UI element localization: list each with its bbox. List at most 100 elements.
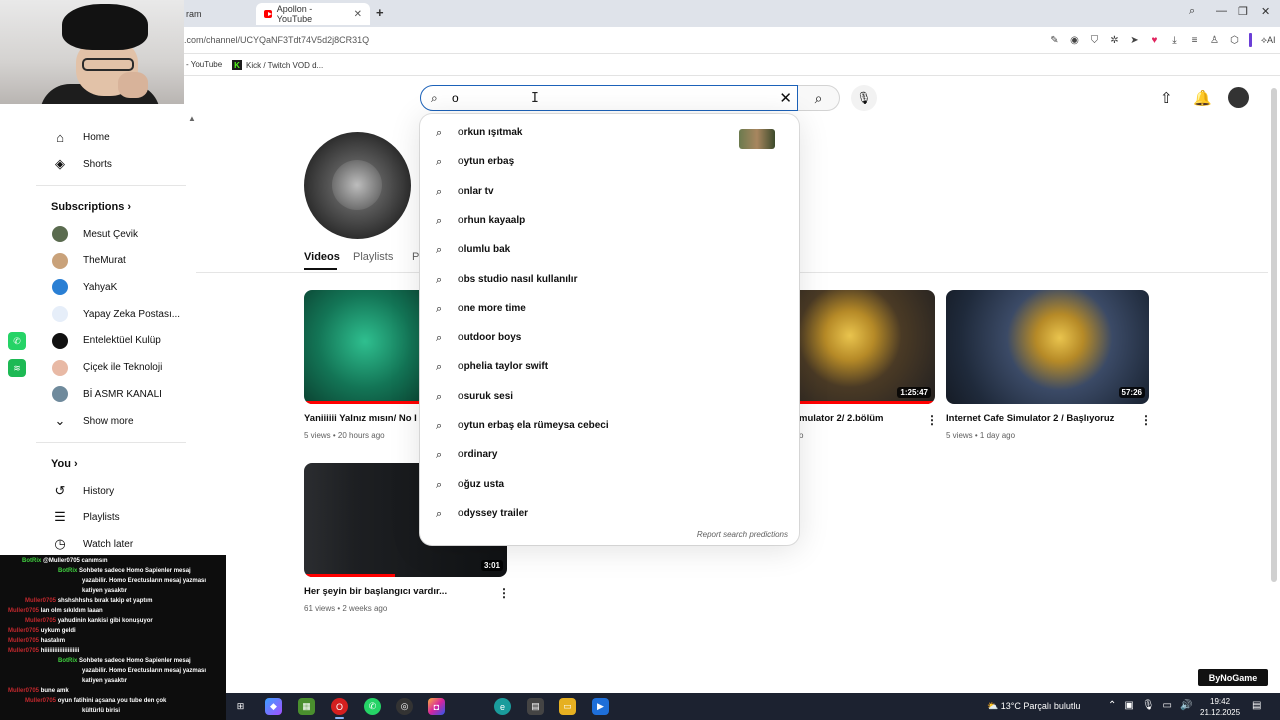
video-thumbnail[interactable]: 57:26 xyxy=(946,290,1149,404)
bookmark-kick[interactable]: K Kick / Twitch VOD d... xyxy=(232,60,323,70)
clear-search-icon[interactable]: ✕ xyxy=(779,89,792,107)
search-input[interactable] xyxy=(452,90,752,106)
voice-search-button[interactable]: 🎙 xyxy=(851,85,877,111)
more-options-icon[interactable]: ⋮ xyxy=(926,413,938,427)
search-suggestion-item[interactable]: ⌕ oytun erbaş ela rümeysa cebeci xyxy=(420,412,799,441)
search-icon: ⌕ xyxy=(436,449,443,462)
copilot-icon[interactable]: ◆ xyxy=(265,698,282,715)
search-suggestion-item[interactable]: ⌕ ophelia taylor swift xyxy=(420,353,799,382)
sidebar-subscription-item[interactable]: Mesut Çevik xyxy=(36,221,186,247)
sidebar-subscription-item[interactable]: YahyaK xyxy=(36,274,186,300)
sidebar-subscription-item[interactable]: Bİ ASMR KANALI xyxy=(36,381,186,407)
you-heading[interactable]: You › xyxy=(51,458,78,470)
search-suggestion-item[interactable]: ⌕ one more time xyxy=(420,295,799,324)
camera-icon[interactable]: ◉ xyxy=(1069,35,1080,46)
weather-widget[interactable]: ⛅ 13°C Parçalı bulutlu xyxy=(987,701,1080,712)
minimize-icon[interactable]: — xyxy=(1216,5,1227,17)
page-scrollbar[interactable] xyxy=(1271,88,1277,582)
whatsapp-icon[interactable]: ✆ xyxy=(8,332,26,350)
maximize-icon[interactable]: ❐ xyxy=(1238,5,1248,18)
search-suggestion-item[interactable]: ⌕ outdoor boys xyxy=(420,324,799,353)
sidebar-item-history[interactable]: ↺ History xyxy=(36,478,186,504)
report-search-predictions-link[interactable]: Report search predictions xyxy=(697,530,788,539)
suggestion-completion: ğuz usta xyxy=(463,478,505,490)
opera-browser-icon[interactable]: O xyxy=(331,698,348,719)
video-duration: 57:26 xyxy=(1118,387,1145,398)
volume-icon[interactable]: 🔊 xyxy=(1180,700,1192,711)
show-more-button[interactable]: ⌄ Show more xyxy=(36,408,186,434)
search-suggestion-item[interactable]: ⌕ ordinary xyxy=(420,441,799,470)
clock-time: 19:42 xyxy=(1210,697,1231,706)
tab-videos[interactable]: Videos xyxy=(304,251,340,263)
microphone-tray-icon[interactable]: 🎙 xyxy=(1142,700,1155,711)
sidebar-item-watch-later[interactable]: ◷ Watch later xyxy=(36,531,186,557)
spotify-icon[interactable]: ≋ xyxy=(8,359,26,377)
search-box[interactable]: ⌕ ✕ xyxy=(420,85,798,111)
search-suggestion-item[interactable]: ⌕ odyssey trailer xyxy=(420,500,799,529)
media-player-icon[interactable]: ▶ xyxy=(592,698,609,715)
browser-tab-bar: ram Apollon - YouTube ✕ + ⌕ — ❐ ✕ xyxy=(0,0,1280,27)
heart-icon[interactable]: ♥ xyxy=(1149,35,1160,46)
shield-icon[interactable]: ⛉ xyxy=(1089,35,1100,46)
sidebar-subscription-item[interactable]: Yapay Zeka Postası... xyxy=(36,301,186,327)
sidebar-subscription-item[interactable]: TheMurat xyxy=(36,248,186,274)
system-clock[interactable]: 19:42 21.12.2025 xyxy=(1200,696,1240,718)
menu-icon[interactable]: ≡ xyxy=(1189,35,1200,46)
search-suggestion-item[interactable]: ⌕ obs studio nasıl kullanılır xyxy=(420,266,799,295)
upload-icon[interactable]: ⇧ xyxy=(1160,89,1173,107)
sidebar-scroll-up-icon[interactable]: ▲ xyxy=(188,114,196,123)
search-suggestion-item[interactable]: ⌕ oğuz usta xyxy=(420,471,799,500)
sidebar-subscription-item[interactable]: Entelektüel Kulüp xyxy=(36,328,186,354)
cube-icon[interactable]: ⬡ xyxy=(1229,35,1240,46)
video-title[interactable]: Yaniiiiii Yalnız mısın/ No I ar xyxy=(304,413,428,424)
video-title[interactable]: mulator 2/ 2.bölüm xyxy=(799,413,883,424)
edit-icon[interactable]: ✎ xyxy=(1049,35,1060,46)
more-options-icon[interactable]: ⋮ xyxy=(498,586,510,600)
app-icon[interactable]: ▤ xyxy=(527,698,544,715)
search-suggestion-item[interactable]: ⌕ orkun ışıtmak xyxy=(420,119,799,149)
bookmark-label: Kick / Twitch VOD d... xyxy=(246,60,324,70)
extension-icon[interactable]: ✲ xyxy=(1109,35,1120,46)
edge-icon[interactable]: e xyxy=(494,698,511,715)
network-icon[interactable]: ▭ xyxy=(1163,700,1172,711)
bookmark-youtube[interactable]: - YouTube xyxy=(186,60,222,69)
download-icon[interactable]: ⤓ xyxy=(1169,35,1180,46)
browser-tab-active[interactable]: Apollon - YouTube ✕ xyxy=(256,3,370,25)
account-avatar[interactable] xyxy=(1228,87,1249,108)
close-window-icon[interactable]: ✕ xyxy=(1261,5,1270,18)
chat-message: yazabilir. Homo Erectusların mesaj yazma… xyxy=(82,576,206,586)
notification-center-icon[interactable]: ▤ xyxy=(1252,700,1261,711)
search-button[interactable]: ⌕ xyxy=(798,85,840,111)
sidebar-item-playlists[interactable]: ☰ Playlists xyxy=(36,504,186,530)
sidebar-subscription-item[interactable]: Çiçek ile Teknoloji xyxy=(36,355,186,381)
search-suggestion-item[interactable]: ⌕ olumlu bak xyxy=(420,236,799,265)
task-view-icon[interactable]: ⊞ xyxy=(232,698,249,715)
more-options-icon[interactable]: ⋮ xyxy=(1140,413,1152,427)
sidebar-item-home[interactable]: ⌂ Home xyxy=(36,124,186,150)
profile-icon[interactable]: ♙ xyxy=(1209,35,1220,46)
store-icon[interactable]: ▦ xyxy=(298,698,315,715)
video-title[interactable]: Internet Cafe Simulator 2 / Başlıyoruz xyxy=(946,413,1114,424)
close-tab-icon[interactable]: ✕ xyxy=(354,9,362,20)
tray-app-icon[interactable]: ▣ xyxy=(1124,700,1133,711)
sidebar-item-shorts[interactable]: ◈ Shorts xyxy=(36,151,186,177)
file-explorer-icon[interactable]: ▭ xyxy=(559,698,576,715)
search-suggestion-item[interactable]: ⌕ osuruk sesi xyxy=(420,383,799,412)
subscriptions-heading[interactable]: Subscriptions › xyxy=(51,201,131,213)
send-icon[interactable]: ➤ xyxy=(1129,35,1140,46)
search-suggestion-item[interactable]: ⌕ oytun erbaş xyxy=(420,148,799,177)
search-suggestion-item[interactable]: ⌕ orhun kayaalp xyxy=(420,207,799,236)
tab-posts[interactable]: P xyxy=(412,251,419,263)
new-tab-button[interactable]: + xyxy=(376,5,384,20)
tab-playlists[interactable]: Playlists xyxy=(353,251,393,263)
url-text[interactable]: .com/channel/UCYQaNF3Tdt74V5d2j8CR31Q xyxy=(184,35,369,45)
instagram-icon[interactable]: ◘ xyxy=(428,698,445,715)
notifications-bell-icon[interactable]: 🔔 xyxy=(1193,89,1212,107)
video-title[interactable]: Her şeyin bir başlangıcı vardır... xyxy=(304,586,447,597)
show-hidden-icons-icon[interactable]: ⌃ xyxy=(1108,700,1116,711)
obs-icon[interactable]: ◎ xyxy=(396,698,413,715)
tab-search-icon[interactable]: ⌕ xyxy=(1189,5,1195,18)
search-suggestion-item[interactable]: ⌕ onlar tv xyxy=(420,178,799,207)
ai-button[interactable]: ⟡AI xyxy=(1261,35,1275,46)
whatsapp-taskbar-icon[interactable]: ✆ xyxy=(364,698,381,715)
